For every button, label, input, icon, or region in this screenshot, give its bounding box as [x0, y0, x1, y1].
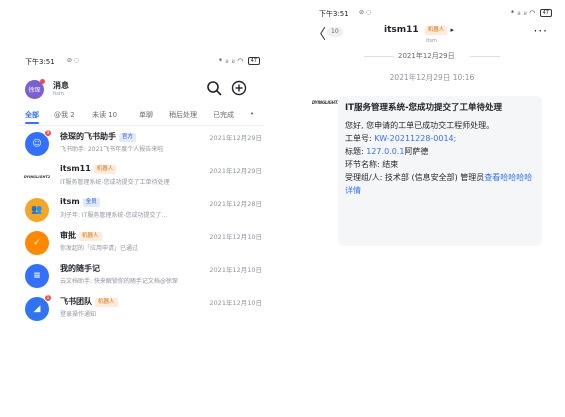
card-intro: 您好, 您申请的工单已成功交工程师处理。: [345, 121, 495, 130]
conversation-name: itsm11: [384, 25, 419, 35]
chat-list-screen: 下午3:51 ⊘ ◌ * ᵢₗ ᵢₗ ◠ 47 徐琛 消息 itsm 全部 @我…: [18, 55, 264, 325]
search-icon[interactable]: [206, 80, 222, 96]
unread-badge: 9: [44, 129, 52, 137]
chat-preview: 你发起的「应用申请」已通过: [60, 245, 139, 252]
status-icons-right: * ᵢₗ ᵢₗ ◠ 47: [219, 57, 260, 65]
chat-time: 2021年12月29日: [209, 134, 262, 142]
tabs-more-icon[interactable]: •: [250, 110, 254, 118]
date-divider: 2021年12月29日: [398, 52, 455, 60]
chat-preview: 云文档助手: 快来解锁你的随手记文档@徐琛: [60, 278, 178, 285]
date-rule-right: [470, 56, 500, 57]
date-rule-left: [364, 56, 394, 57]
chat-preview: IT服务管理系统-您成功提交了工单待处理: [60, 179, 170, 186]
tab-mentions[interactable]: @我 2: [54, 110, 75, 120]
conversation-screen: 下午3:51 ⊘ ◌ * ᵢₗ ᵢₗ ◠ 47 〈 10 itsm11 机器人 …: [306, 0, 558, 260]
page-title: 消息: [53, 81, 69, 90]
chat-preview: 登录操作通知: [60, 311, 97, 318]
chat-preview: 飞书助手: 2021飞书年度个人报告来啦: [60, 146, 164, 153]
chat-name: 我的随手记: [60, 264, 100, 273]
chat-tag: 全员: [82, 198, 100, 207]
chat-row[interactable]: DYINGLIGHT2 itsm11 机器人 2021年12月29日 IT服务管理系统-…: [18, 162, 264, 198]
card-assignee: 受理组/人: 技术部 (信息安全部) 管理员查看哈哈哈哈详情: [345, 173, 533, 195]
status-icons-left: ⊘ ◌: [359, 9, 372, 16]
more-icon[interactable]: ···: [534, 24, 548, 38]
tab-unread[interactable]: 未读 10: [92, 110, 117, 120]
chat-name: 飞书团队 机器人: [60, 296, 118, 307]
back-icon[interactable]: 〈: [312, 24, 326, 44]
ip-link[interactable]: 127.0.0.1: [366, 147, 404, 156]
chat-tag: 机器人: [95, 298, 118, 307]
card-ticket: 工单号: KW-20211228-0014;: [345, 134, 457, 143]
back-unread-count[interactable]: 10: [327, 27, 343, 37]
chat-avatar: ✓: [25, 231, 49, 255]
chevron-right-icon: ▸: [450, 26, 454, 34]
active-tab-indicator: [25, 122, 39, 124]
chat-row[interactable]: ≡ 我的随手记 2021年12月10日云文档助手: 快来解锁你的随手记文档@徐琛: [18, 261, 264, 297]
filter-tabs: 全部 @我 2 未读 10 单聊 稍后处理 已完成 •: [25, 110, 265, 122]
status-time: 下午3:51: [319, 10, 349, 18]
chat-time: 2021年12月10日: [209, 266, 262, 274]
battery-icon: 47: [247, 57, 260, 65]
chat-time: 2021年12月29日: [209, 167, 262, 175]
chat-row[interactable]: 👥 itsm 全员 2021年12月28日刘子年: IT服务管理系统-您成功提交了..…: [18, 195, 264, 231]
chat-name: 徐琛的飞书助手 官方: [60, 131, 137, 142]
chat-tag: 机器人: [79, 232, 102, 241]
status-icons-left: ⊘ ◌: [67, 57, 80, 64]
message-timestamp: 2021年12月29日 10:16: [389, 73, 475, 82]
chat-preview: 刘子年: IT服务管理系统-您成功提交了...: [60, 212, 168, 219]
add-icon[interactable]: [231, 80, 247, 96]
chat-name: itsm11 机器人: [60, 164, 117, 174]
chat-row[interactable]: ◢ 1 飞书团队 机器人 2021年12月10日 登录操作通知: [18, 294, 264, 330]
chat-avatar: DYINGLIGHT2: [24, 165, 50, 189]
card-node: 环节名称: 结束: [345, 160, 399, 169]
card-title: IT服务管理系统-您成功提交了工单待处理: [345, 103, 502, 113]
chat-time: 2021年12月10日: [209, 299, 262, 307]
tab-later[interactable]: 稍后处理: [169, 110, 197, 120]
battery-icon: 47: [539, 9, 552, 17]
status-time: 下午3:51: [25, 58, 55, 66]
chat-row[interactable]: ☺ 9 徐琛的飞书助手 官方 2021年12月29日 飞书助手: 2021飞书年度个人报告…: [18, 129, 264, 165]
workspace-name: itsm: [53, 91, 64, 97]
message-card: IT服务管理系统-您成功提交了工单待处理 您好, 您申请的工单已成功交工程师处理…: [338, 96, 542, 246]
conversation-subtitle: itsm: [426, 38, 437, 44]
bot-avatar[interactable]: DYINGLIGHT2: [312, 100, 340, 108]
tab-direct[interactable]: 单聊: [139, 110, 153, 120]
conversation-title[interactable]: itsm11 机器人 ▸: [384, 25, 454, 35]
chat-avatar: 👥: [25, 198, 49, 222]
tab-done[interactable]: 已完成: [213, 110, 234, 120]
chat-time: 2021年12月10日: [209, 233, 262, 241]
presence-dot: [40, 79, 45, 84]
bot-tag: 机器人: [424, 26, 448, 35]
chat-row[interactable]: ✓ 审批 机器人 2021年12月10日你发起的「应用申请」已通过: [18, 228, 264, 264]
tab-all[interactable]: 全部: [25, 110, 39, 120]
card-subject: 标题: 127.0.0.1阿萨德: [345, 147, 429, 156]
chat-tag: 机器人: [93, 165, 117, 174]
chat-tag: 官方: [119, 133, 137, 142]
ticket-link[interactable]: KW-20211228-0014: [374, 134, 453, 143]
chat-name: 审批 机器人: [60, 230, 102, 241]
chat-avatar: ≡: [25, 264, 49, 288]
divider: [18, 125, 264, 126]
status-icons-right: * ᵢₗ ᵢₗ ◠ 47: [511, 9, 552, 17]
chat-name: itsm 全员: [60, 197, 100, 207]
chat-time: 2021年12月28日: [209, 200, 262, 208]
unread-badge: 1: [44, 294, 52, 302]
